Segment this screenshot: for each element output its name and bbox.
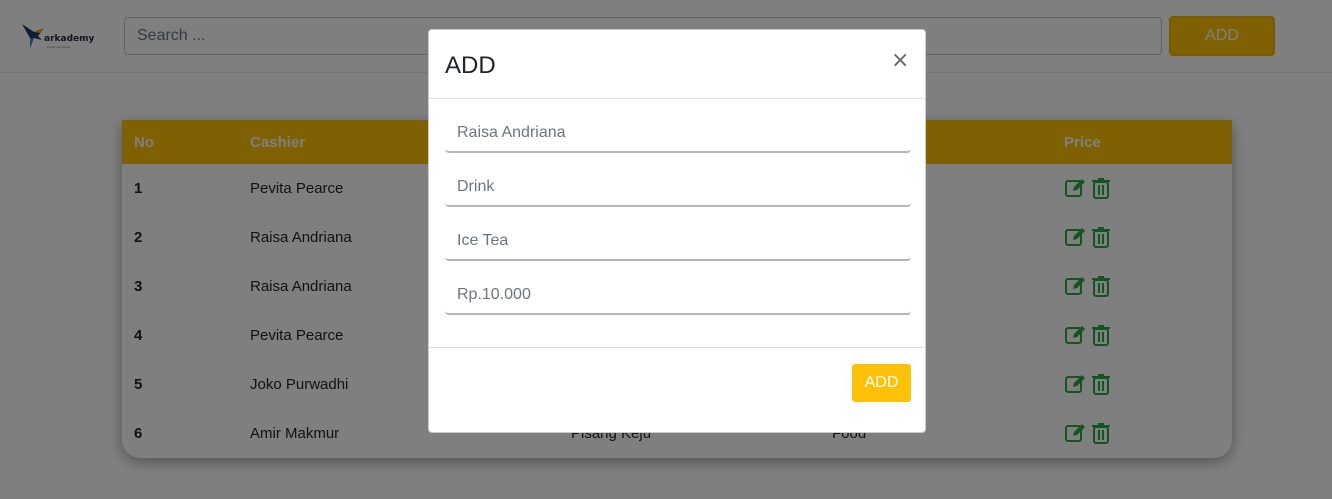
price-field[interactable]	[445, 277, 911, 315]
modal-add-button[interactable]: ADD	[852, 364, 911, 402]
add-modal: ADD × ADD	[428, 29, 926, 433]
cashier-field[interactable]	[445, 115, 911, 153]
modal-title: ADD	[445, 52, 496, 79]
close-icon[interactable]: ×	[891, 48, 909, 73]
category-field[interactable]	[445, 169, 911, 207]
modal-header: ADD ×	[429, 30, 925, 99]
product-field[interactable]	[445, 223, 911, 261]
modal-footer	[429, 347, 925, 348]
